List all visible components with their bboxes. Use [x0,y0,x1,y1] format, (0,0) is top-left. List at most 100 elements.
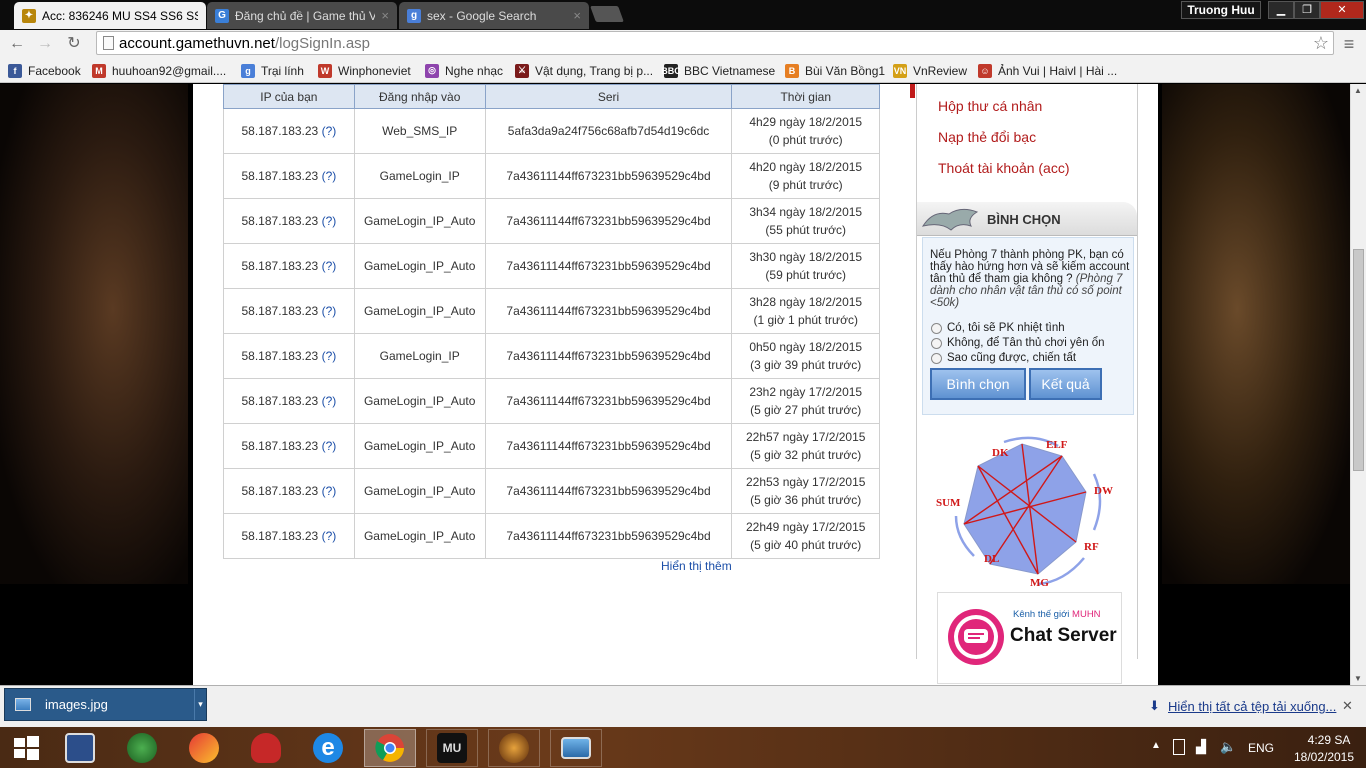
poll-question: Nếu Phòng 7 thành phòng PK, bạn có thấy … [930,249,1133,309]
radio-icon[interactable] [931,322,942,334]
show-hidden-icons[interactable]: ▲ [1151,740,1161,751]
ip-help-link[interactable]: (?) [322,439,337,453]
bookmark-favicon-icon: M [92,63,106,78]
bookmark-item[interactable]: VN VnReview [893,62,967,79]
scroll-up-icon[interactable]: ▲ [1354,86,1362,95]
ip-help-link[interactable]: (?) [322,349,337,363]
time-cell: 22h49 ngày 17/2/2015 (5 giờ 40 phút trước… [731,513,880,559]
vote-button[interactable]: Bình chọn [930,368,1026,400]
seri-cell: 7a43611144ff673231bb59639529c4bd [484,468,733,514]
time-ago: (59 phút trước) [765,268,847,282]
ip-help-link[interactable]: (?) [322,484,337,498]
bookmark-item[interactable]: f Facebook [8,62,81,79]
taskbar-mu-launcher[interactable] [488,729,540,767]
download-options-icon[interactable]: ▾ [194,689,206,720]
taskbar-photo-viewer[interactable] [550,729,602,767]
tab-close-icon[interactable]: × [381,8,389,23]
profile-name[interactable]: Truong Huu [1181,1,1261,19]
ip-value: 58.187.183.23 [241,259,319,273]
close-window-button[interactable]: ✕ [1320,1,1364,19]
ip-help-link[interactable]: (?) [322,169,337,183]
ip-help-link[interactable]: (?) [322,394,337,408]
new-tab-button[interactable] [590,6,624,22]
tab-google-search[interactable]: g sex - Google Search × [399,2,589,29]
start-button[interactable] [0,729,52,767]
time-cell: 3h34 ngày 18/2/2015 (55 phút trước) [731,198,880,244]
page-scrollbar[interactable]: ▲ ▼ [1350,84,1366,685]
bookmark-item[interactable]: ◎ Nghe nhạc [425,62,503,79]
ip-cell: 58.187.183.23 (?) [223,333,355,379]
bookmark-label: Ảnh Vui | Haivl | Hài ... [998,63,1118,78]
ip-help-link[interactable]: (?) [322,124,337,138]
bookmark-item[interactable]: W Winphoneviet [318,62,411,79]
logout-link[interactable]: Thoát tài khoản (acc) [938,160,1070,176]
signal-icon[interactable]: ▟ [1196,739,1206,755]
time-value: 4h20 ngày 18/2/2015 [749,160,863,174]
address-bar[interactable]: account.gamethuvn.net/logSignIn.asp ☆ [96,31,1334,55]
ip-help-link[interactable]: (?) [322,529,337,543]
target-cell: GameLogin_IP [353,333,486,379]
bookmark-item[interactable]: ☺ Ảnh Vui | Haivl | Hài ... [978,62,1117,79]
menu-icon[interactable]: ≡ [1339,34,1359,54]
download-item[interactable]: images.jpg ▾ [4,688,207,721]
back-button[interactable]: ← [7,34,27,54]
forward-button[interactable]: → [35,34,55,54]
table-row: 58.187.183.23 (?) GameLogin_IP_Auto 7a4361… [223,288,880,334]
taskbar-chrome[interactable] [364,729,416,767]
taskbar-ie[interactable]: e [302,729,354,767]
show-more-link[interactable]: Hiển thị thêm [661,559,732,573]
tab-account[interactable]: ✦ Acc: 836246 MU SS4 SS6 SS8 [14,2,206,29]
target-cell: GameLogin_IP_Auto [353,198,486,244]
reload-button[interactable]: ↻ [64,34,84,54]
table-row: 58.187.183.23 (?) GameLogin_IP_Auto 7a4361… [223,423,880,469]
taskbar-idm[interactable] [116,729,168,767]
bookmark-star-icon[interactable]: ☆ [1313,33,1329,54]
poll-option-1[interactable]: Có, tôi sẽ PK nhiệt tình [931,322,1065,334]
close-download-bar-icon[interactable]: ✕ [1342,698,1353,714]
taskbar-app[interactable] [240,729,292,767]
bookmark-item[interactable]: g Trại lính [241,62,304,79]
inbox-link[interactable]: Hộp thư cá nhân [938,98,1042,114]
ip-help-link[interactable]: (?) [322,304,337,318]
chat-server-banner[interactable]: Kênh thế giới MUHN Chat Server [937,592,1122,684]
bookmark-item[interactable]: Mhuuhoan92@gmail.... [92,62,226,79]
radio-icon[interactable] [931,337,942,349]
ip-cell: 58.187.183.23 (?) [223,378,355,424]
taskbar-date[interactable]: 18/02/2015 [1286,750,1362,764]
language-indicator[interactable]: ENG [1248,741,1274,755]
scroll-down-icon[interactable]: ▼ [1354,674,1362,683]
topup-link[interactable]: Nạp thẻ đổi bạc [938,129,1036,145]
results-button[interactable]: Kết quả [1029,368,1102,400]
time-cell: 0h50 ngày 18/2/2015 (3 giờ 39 phút trước) [731,333,880,379]
taskbar-ccleaner[interactable] [178,729,230,767]
minimize-button[interactable]: ▁ [1268,1,1294,19]
bookmark-favicon-icon: ◎ [425,63,439,78]
taskbar-notepad[interactable] [54,729,106,767]
taskbar-mu-game[interactable]: MU [426,729,478,767]
time-value: 3h30 ngày 18/2/2015 [749,250,863,264]
maximize-button[interactable]: ❐ [1294,1,1320,19]
tab-title: sex - Google Search [427,8,537,23]
image-file-icon [15,698,31,711]
time-cell: 4h29 ngày 18/2/2015 (0 phút trước) [731,108,880,154]
bookmark-item[interactable]: ⚔ Vật dụng, Trang bị p... [515,62,653,79]
tab-close-icon[interactable]: × [573,8,581,23]
poll-option-2[interactable]: Không, để Tân thủ chơi yên ổn [931,337,1105,349]
bookmark-item[interactable]: BBC BBC Vietnamese [661,62,775,79]
radio-icon[interactable] [931,352,942,364]
battery-icon[interactable] [1173,739,1185,755]
ip-help-link[interactable]: (?) [322,214,337,228]
ip-help-link[interactable]: (?) [322,259,337,273]
scroll-thumb[interactable] [1353,249,1364,471]
tab-gamethuviet[interactable]: G Đăng chủ đề | Game thủ Việt × [207,2,397,29]
volume-icon[interactable]: 🔈 [1220,739,1236,755]
diagram-label: SUM [936,497,961,509]
time-value: 22h57 ngày 17/2/2015 [745,430,866,444]
ip-cell: 58.187.183.23 (?) [223,108,355,154]
taskbar-time[interactable]: 4:29 SA [1296,733,1362,747]
google-favicon-icon: g [407,8,421,23]
show-all-downloads-link[interactable]: Hiển thị tất cả tệp tải xuống... [1168,699,1336,714]
bookmark-item[interactable]: B Bùi Văn Bồng1 [785,62,885,79]
table-row: 58.187.183.23 (?) GameLogin_IP_Auto 7a4361… [223,378,880,424]
poll-option-3[interactable]: Sao cũng được, chiến tất [931,352,1076,364]
